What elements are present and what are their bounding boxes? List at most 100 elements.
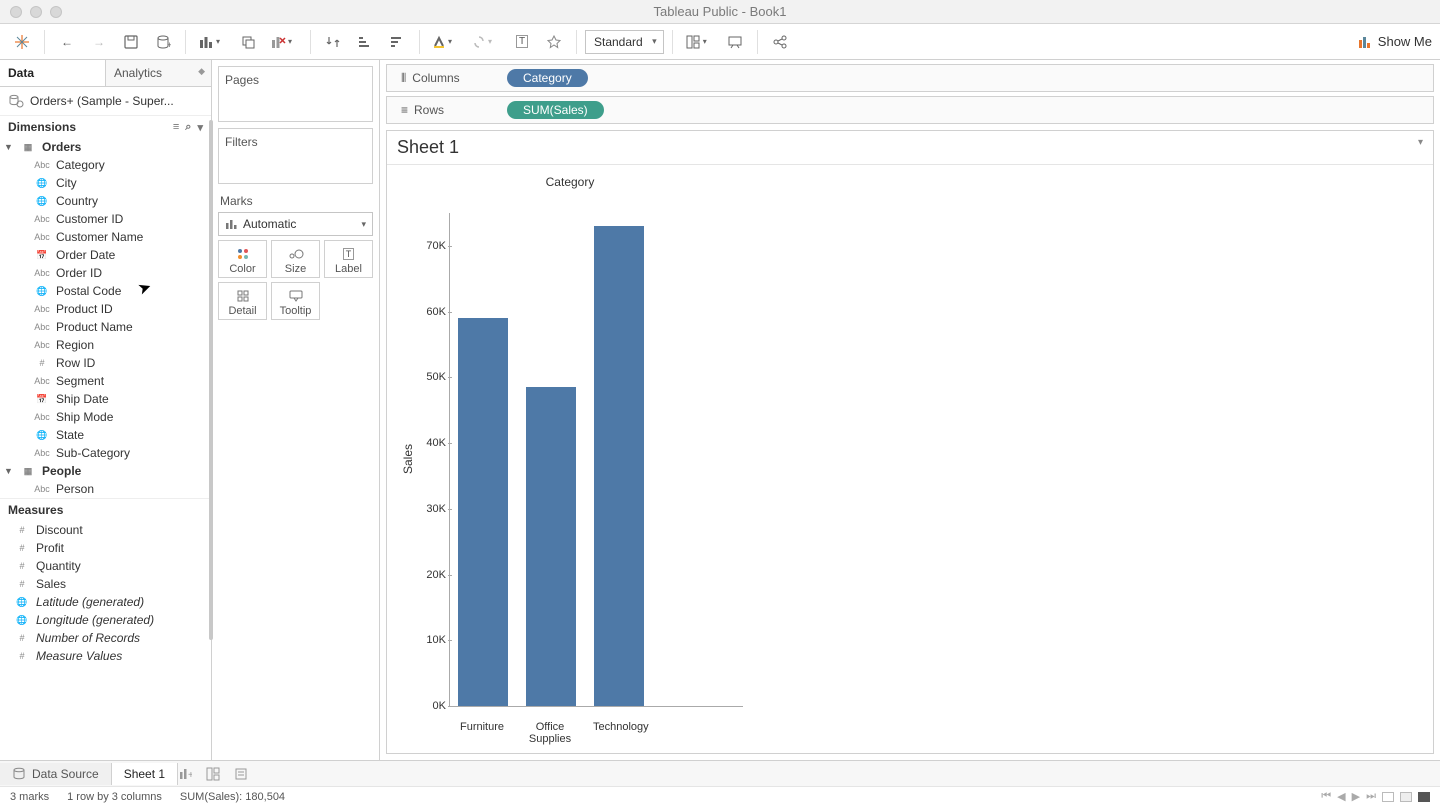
y-tick: 0K — [408, 700, 446, 712]
field-customer-name[interactable]: AbcCustomer Name — [0, 228, 211, 246]
measure-profit[interactable]: #Profit — [0, 539, 211, 557]
field-customer-id[interactable]: AbcCustomer ID — [0, 210, 211, 228]
clear-button[interactable]: ▾ — [266, 28, 302, 56]
new-dashboard-button[interactable] — [206, 767, 234, 781]
back-button[interactable]: ← — [53, 28, 81, 56]
last-icon[interactable]: ⏭ — [1366, 790, 1376, 803]
y-tick: 60K — [408, 306, 446, 318]
tree-group-orders[interactable]: ▼▦Orders — [0, 138, 211, 156]
save-button[interactable] — [117, 28, 145, 56]
sheet-title[interactable]: Sheet 1 — [387, 131, 1433, 165]
presentation-button[interactable] — [721, 28, 749, 56]
measure-sales[interactable]: #Sales — [0, 575, 211, 593]
sort-asc-button[interactable] — [351, 28, 379, 56]
field-segment[interactable]: AbcSegment — [0, 372, 211, 390]
rows-pill[interactable]: SUM(Sales) — [507, 101, 604, 119]
color-icon — [221, 245, 264, 263]
label-icon: T — [327, 245, 370, 263]
field-ship-mode[interactable]: AbcShip Mode — [0, 408, 211, 426]
tooltip-card[interactable]: Tooltip — [271, 282, 320, 320]
prev-icon[interactable]: ◀ — [1337, 790, 1345, 803]
sort-desc-button[interactable] — [383, 28, 411, 56]
field-state[interactable]: 🌐State — [0, 426, 211, 444]
bar-icon — [225, 218, 237, 230]
color-card[interactable]: Color — [218, 240, 267, 278]
new-datasource-button[interactable]: + — [149, 28, 177, 56]
next-icon[interactable]: ▶ — [1352, 790, 1360, 803]
view-tabs-icon[interactable] — [1382, 792, 1394, 802]
columns-pill[interactable]: Category — [507, 69, 588, 87]
bar-office-supplies[interactable] — [526, 387, 576, 706]
data-pane: Data Analytics◆ Orders+ (Sample - Super.… — [0, 60, 212, 760]
field-country[interactable]: 🌐Country — [0, 192, 211, 210]
field-sub-category[interactable]: AbcSub-Category — [0, 444, 211, 462]
field-order-id[interactable]: AbcOrder ID — [0, 264, 211, 282]
datasource-icon — [8, 93, 24, 109]
show-cards-button[interactable]: ▾ — [681, 28, 717, 56]
tableau-logo-icon[interactable] — [8, 28, 36, 56]
field-postal-code[interactable]: 🌐Postal Code — [0, 282, 211, 300]
detail-icon — [221, 287, 264, 305]
measure-measure-values[interactable]: #Measure Values — [0, 647, 211, 665]
status-bar: 3 marks 1 row by 3 columns SUM(Sales): 1… — [0, 786, 1440, 806]
swap-button[interactable] — [319, 28, 347, 56]
field-ship-date[interactable]: 📅Ship Date — [0, 390, 211, 408]
columns-shelf[interactable]: ⦀Columns Category — [386, 64, 1434, 92]
new-worksheet-button[interactable]: ▾ — [194, 28, 230, 56]
tree-group-people[interactable]: ▼▦People — [0, 462, 211, 480]
highlight-button[interactable]: ▾ — [428, 28, 464, 56]
mark-type-select[interactable]: Automatic — [218, 212, 373, 236]
duplicate-button[interactable] — [234, 28, 262, 56]
search-icon[interactable]: ⌕ — [185, 121, 191, 134]
bar-furniture[interactable] — [458, 318, 508, 706]
label-button[interactable]: T — [508, 28, 536, 56]
share-button[interactable] — [766, 28, 794, 56]
label-card[interactable]: TLabel — [324, 240, 373, 278]
detail-card[interactable]: Detail — [218, 282, 267, 320]
first-icon[interactable]: ⏮ — [1321, 790, 1331, 803]
mark-type-value: Automatic — [243, 217, 296, 231]
field-label: Order ID — [56, 266, 102, 280]
y-tick: 10K — [408, 634, 446, 646]
bar-technology[interactable] — [594, 226, 644, 706]
view-thumb-icon[interactable] — [1418, 792, 1430, 802]
measure-label: Longitude (generated) — [36, 613, 154, 627]
view-filmstrip-icon[interactable] — [1400, 792, 1412, 802]
field-product-id[interactable]: AbcProduct ID — [0, 300, 211, 318]
field-product-name[interactable]: AbcProduct Name — [0, 318, 211, 336]
field-region[interactable]: AbcRegion — [0, 336, 211, 354]
new-story-button[interactable] — [234, 767, 262, 781]
measure-longitude-generated-[interactable]: 🌐Longitude (generated) — [0, 611, 211, 629]
tab-sheet1[interactable]: Sheet 1 — [112, 763, 178, 785]
measure-latitude-generated-[interactable]: 🌐Latitude (generated) — [0, 593, 211, 611]
field-order-date[interactable]: 📅Order Date — [0, 246, 211, 264]
measure-number-of-records[interactable]: #Number of Records — [0, 629, 211, 647]
size-card-label: Size — [285, 263, 306, 275]
chart-title: Category — [0, 175, 1423, 189]
field-row-id[interactable]: #Row ID — [0, 354, 211, 372]
pin-button[interactable] — [540, 28, 568, 56]
svg-text:+: + — [167, 40, 171, 50]
field-label: Region — [56, 338, 94, 352]
new-sheet-button[interactable]: + — [178, 767, 206, 781]
measure-discount[interactable]: #Discount — [0, 521, 211, 539]
forward-button[interactable]: → — [85, 28, 113, 56]
menu-icon[interactable]: ▾ — [197, 121, 203, 134]
status-dims: 1 row by 3 columns — [67, 791, 162, 803]
tab-datasource[interactable]: Data Source — [0, 763, 112, 785]
size-card[interactable]: Size — [271, 240, 320, 278]
rows-shelf[interactable]: ≡Rows SUM(Sales) — [386, 96, 1434, 124]
show-me-button[interactable]: Show Me — [1356, 34, 1432, 50]
field-person[interactable]: AbcPerson — [0, 480, 211, 498]
field-label: Category — [56, 158, 105, 172]
measure-quantity[interactable]: #Quantity — [0, 557, 211, 575]
group-button[interactable]: ▾ — [468, 28, 504, 56]
view-list-icon[interactable]: ≡ — [173, 121, 179, 134]
fit-select[interactable]: Standard — [585, 30, 664, 54]
tab-analytics[interactable]: Analytics◆ — [106, 60, 211, 86]
tab-data[interactable]: Data — [0, 60, 106, 86]
pages-shelf[interactable]: Pages — [218, 66, 373, 122]
datasource-row[interactable]: Orders+ (Sample - Super... — [0, 87, 211, 116]
scrollbar-thumb[interactable] — [209, 120, 213, 640]
field-category[interactable]: AbcCategory — [0, 156, 211, 174]
